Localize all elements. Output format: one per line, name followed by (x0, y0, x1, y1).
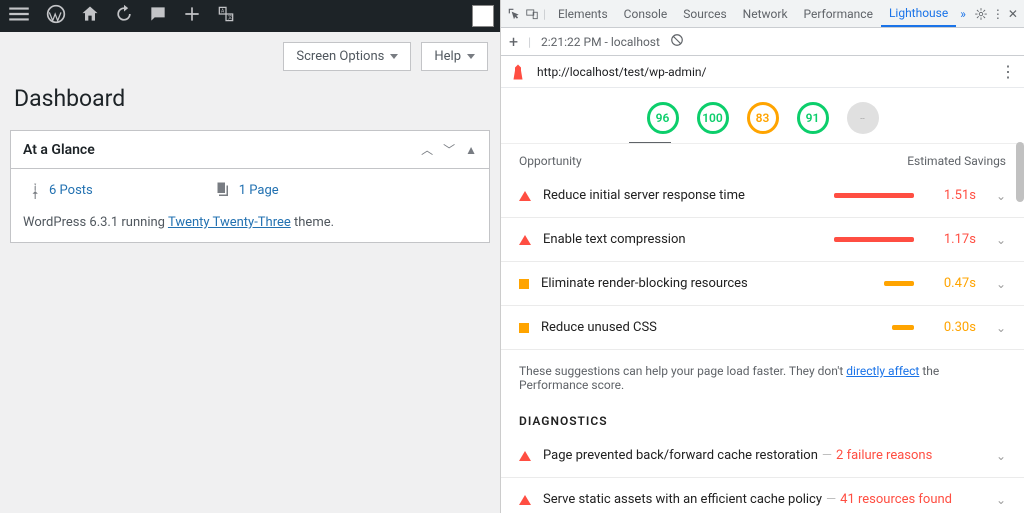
diagnostic-row[interactable]: Page prevented back/forward cache restor… (501, 434, 1024, 478)
more-tabs-icon[interactable]: » (960, 7, 966, 21)
avatar[interactable] (472, 5, 494, 27)
wp-adminbar: A文 (0, 0, 500, 32)
lighthouse-body[interactable]: Reduce initial server response time 1.51… (501, 174, 1024, 513)
close-icon[interactable]: ✕ (1008, 6, 1018, 22)
severity-icon (519, 191, 531, 201)
opportunity-row[interactable]: Eliminate render-blocking resources 0.47… (501, 262, 1024, 306)
opportunity-header: Opportunity Estimated Savings (501, 143, 1024, 174)
at-a-glance-card: At a Glance ︿ ﹀ ▲ 6 Posts 1 Page WordPre… (10, 130, 490, 243)
severity-icon (519, 279, 529, 289)
card-header: At a Glance ︿ ﹀ ▲ (11, 131, 489, 169)
severity-icon (519, 451, 531, 461)
score-gauge[interactable]: 83 (747, 102, 779, 134)
opportunity-row[interactable]: Enable text compression 1.17s ⌄ (501, 218, 1024, 262)
diagnostic-text: Serve static assets with an efficient ca… (543, 492, 984, 507)
scrollbar-thumb[interactable] (1016, 142, 1024, 202)
blocked-icon[interactable] (670, 33, 684, 50)
plus-icon[interactable] (182, 4, 202, 28)
help-button[interactable]: Help (421, 42, 488, 71)
savings-bar (834, 325, 914, 330)
tab-network[interactable]: Network (735, 0, 796, 27)
chevron-down-icon: ⌄ (996, 189, 1006, 203)
lighthouse-icon (509, 63, 527, 81)
pin-icon (23, 181, 41, 199)
refresh-icon[interactable] (114, 4, 134, 28)
opportunity-note: These suggestions can help your page loa… (501, 350, 1024, 414)
savings-value: 1.51s (934, 188, 976, 203)
kebab-icon[interactable]: ⋮ (1000, 62, 1016, 81)
lighthouse-url-row: http://localhost/test/wp-admin/ ⋮ (501, 56, 1024, 88)
device-icon[interactable] (525, 6, 539, 22)
page-title: Dashboard (0, 71, 500, 130)
tab-sources[interactable]: Sources (675, 0, 734, 27)
savings-bar (834, 193, 914, 198)
chevron-down-icon: ⌄ (996, 321, 1006, 335)
chevron-down-icon: ⌄ (996, 449, 1006, 463)
score-gauge[interactable]: 96 (647, 102, 679, 134)
posts-stat[interactable]: 6 Posts (23, 181, 93, 199)
inspect-icon[interactable] (507, 6, 521, 22)
severity-icon (519, 235, 531, 245)
translate-icon[interactable]: A文 (216, 4, 236, 28)
chevron-down-icon: ⌄ (996, 493, 1006, 507)
chevron-down-icon: ⌄ (996, 233, 1006, 247)
opportunity-text: Eliminate render-blocking resources (541, 276, 822, 291)
wp-version-line: WordPress 6.3.1 running Twenty Twenty-Th… (23, 215, 477, 230)
opportunity-text: Reduce unused CSS (541, 320, 822, 335)
hamburger-icon[interactable] (6, 1, 32, 31)
card-body: 6 Posts 1 Page WordPress 6.3.1 running T… (11, 169, 489, 242)
severity-icon (519, 323, 529, 333)
screen-options-button[interactable]: Screen Options (283, 42, 411, 71)
comment-icon[interactable] (148, 4, 168, 28)
wordpress-panel: A文 Screen Options Help Dashboard At a Gl… (0, 0, 500, 513)
theme-link[interactable]: Twenty Twenty-Three (168, 215, 291, 230)
opportunity-text: Reduce initial server response time (543, 188, 822, 203)
tab-console[interactable]: Console (616, 0, 676, 27)
chevron-down-icon (467, 54, 475, 59)
savings-bar (834, 281, 914, 286)
score-gauge[interactable]: 91 (797, 102, 829, 134)
copy-icon (213, 181, 231, 199)
chevron-down-icon (390, 54, 398, 59)
top-actions: Screen Options Help (0, 32, 500, 71)
opportunity-row[interactable]: Reduce initial server response time 1.51… (501, 174, 1024, 218)
chevron-down-icon[interactable]: ﹀ (443, 141, 455, 158)
kebab-icon[interactable]: ⋮ (992, 6, 1004, 22)
diagnostic-text: Page prevented back/forward cache restor… (543, 448, 984, 463)
tab-lighthouse[interactable]: Lighthouse (881, 0, 956, 27)
savings-value: 0.47s (934, 276, 976, 291)
svg-text:文: 文 (228, 14, 233, 21)
wordpress-logo-icon[interactable] (46, 4, 66, 28)
card-title: At a Glance (23, 142, 411, 158)
devtools-subbar: + | 2:21:22 PM - localhost (501, 28, 1024, 56)
savings-bar (834, 237, 914, 242)
severity-icon (519, 495, 531, 505)
note-link[interactable]: directly affect (846, 364, 919, 378)
diagnostics-title: DIAGNOSTICS (501, 414, 1024, 434)
devtools-panel: | ElementsConsoleSourcesNetworkPerforman… (500, 0, 1024, 513)
devtools-tabs: | ElementsConsoleSourcesNetworkPerforman… (501, 0, 1024, 28)
tab-performance[interactable]: Performance (796, 0, 881, 27)
plus-icon[interactable]: + (509, 32, 518, 51)
lighthouse-scores: 96 100 83 91 -- (501, 88, 1024, 142)
opportunity-text: Enable text compression (543, 232, 822, 247)
timestamp: 2:21:22 PM - localhost (541, 35, 660, 49)
caret-icon[interactable]: ▲ (465, 143, 477, 157)
tab-elements[interactable]: Elements (550, 0, 616, 27)
savings-value: 1.17s (934, 232, 976, 247)
diagnostic-row[interactable]: Serve static assets with an efficient ca… (501, 478, 1024, 513)
chevron-up-icon[interactable]: ︿ (421, 141, 433, 158)
pages-stat[interactable]: 1 Page (213, 181, 279, 199)
gear-icon[interactable] (974, 6, 988, 22)
score-gauge[interactable]: -- (847, 102, 879, 134)
chevron-down-icon: ⌄ (996, 277, 1006, 291)
savings-value: 0.30s (934, 320, 976, 335)
opportunity-row[interactable]: Reduce unused CSS 0.30s ⌄ (501, 306, 1024, 350)
home-icon[interactable] (80, 4, 100, 28)
score-gauge[interactable]: 100 (697, 102, 729, 134)
audited-url: http://localhost/test/wp-admin/ (537, 65, 990, 79)
